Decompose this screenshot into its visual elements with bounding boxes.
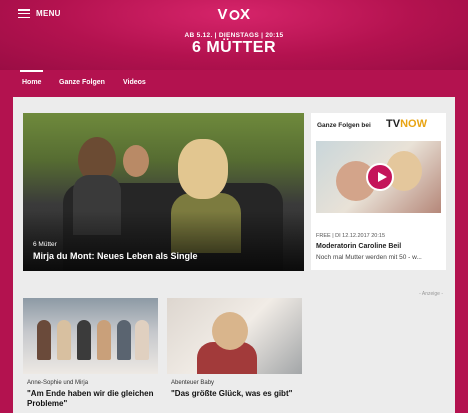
main-nav: Home Ganze Folgen Videos bbox=[0, 70, 468, 97]
content-area: 6 Mütter Mirja du Mont: Neues Leben als … bbox=[13, 97, 455, 413]
play-icon[interactable] bbox=[366, 163, 394, 191]
article-kicker: Abenteuer Baby bbox=[171, 380, 215, 386]
article-image[interactable] bbox=[167, 298, 302, 374]
hero-kicker: 6 Mütter bbox=[33, 241, 57, 248]
episode-meta: FREE | DI 12.12.2017 20:15 bbox=[316, 233, 385, 239]
tvnow-thumbnail[interactable] bbox=[316, 141, 441, 213]
tab-videos[interactable]: Videos bbox=[123, 79, 146, 86]
hero-image-person bbox=[123, 145, 149, 177]
vox-logo[interactable]: VX bbox=[217, 6, 250, 23]
menu-label: MENU bbox=[36, 9, 61, 18]
tab-home[interactable]: Home bbox=[19, 70, 44, 86]
menu-button[interactable]: MENU bbox=[18, 9, 61, 18]
ad-label: - Anzeige - bbox=[419, 291, 443, 297]
article-image[interactable] bbox=[23, 298, 158, 374]
episode-description: Noch mal Mutter werden mit 50 - w... bbox=[316, 254, 422, 261]
article-kicker: Anne-Sophie und Mirja bbox=[27, 380, 89, 386]
tvnow-label: Ganze Folgen bei bbox=[317, 122, 371, 129]
article-title[interactable]: "Das größte Glück, was es gibt" bbox=[171, 389, 301, 399]
show-title: 6 MÜTTER bbox=[192, 39, 276, 56]
article-card[interactable]: Anne-Sophie und Mirja "Am Ende haben wir… bbox=[23, 298, 158, 413]
tvnow-logo[interactable]: TVNOW bbox=[386, 118, 427, 130]
tvnow-teaser[interactable]: Ganze Folgen bei TVNOW FREE | DI 12.12.2… bbox=[311, 113, 446, 270]
article-title[interactable]: "Am Ende haben wir die gleichen Probleme… bbox=[27, 389, 157, 409]
article-card[interactable]: Abenteuer Baby "Das größte Glück, was es… bbox=[167, 298, 302, 413]
hero-image-person bbox=[178, 139, 228, 199]
hero-title[interactable]: Mirja du Mont: Neues Leben als Single bbox=[33, 251, 198, 261]
hero-teaser[interactable]: 6 Mütter Mirja du Mont: Neues Leben als … bbox=[23, 113, 304, 271]
episode-title[interactable]: Moderatorin Caroline Beil bbox=[316, 243, 401, 250]
broadcast-schedule: AB 5.12. | DIENSTAGS | 20:15 bbox=[184, 32, 284, 39]
hamburger-icon bbox=[18, 9, 30, 18]
hero-gradient bbox=[23, 211, 304, 271]
tab-ganze-folgen[interactable]: Ganze Folgen bbox=[59, 79, 105, 86]
header: MENU VX AB 5.12. | DIENSTAGS | 20:15 6 M… bbox=[0, 0, 468, 70]
